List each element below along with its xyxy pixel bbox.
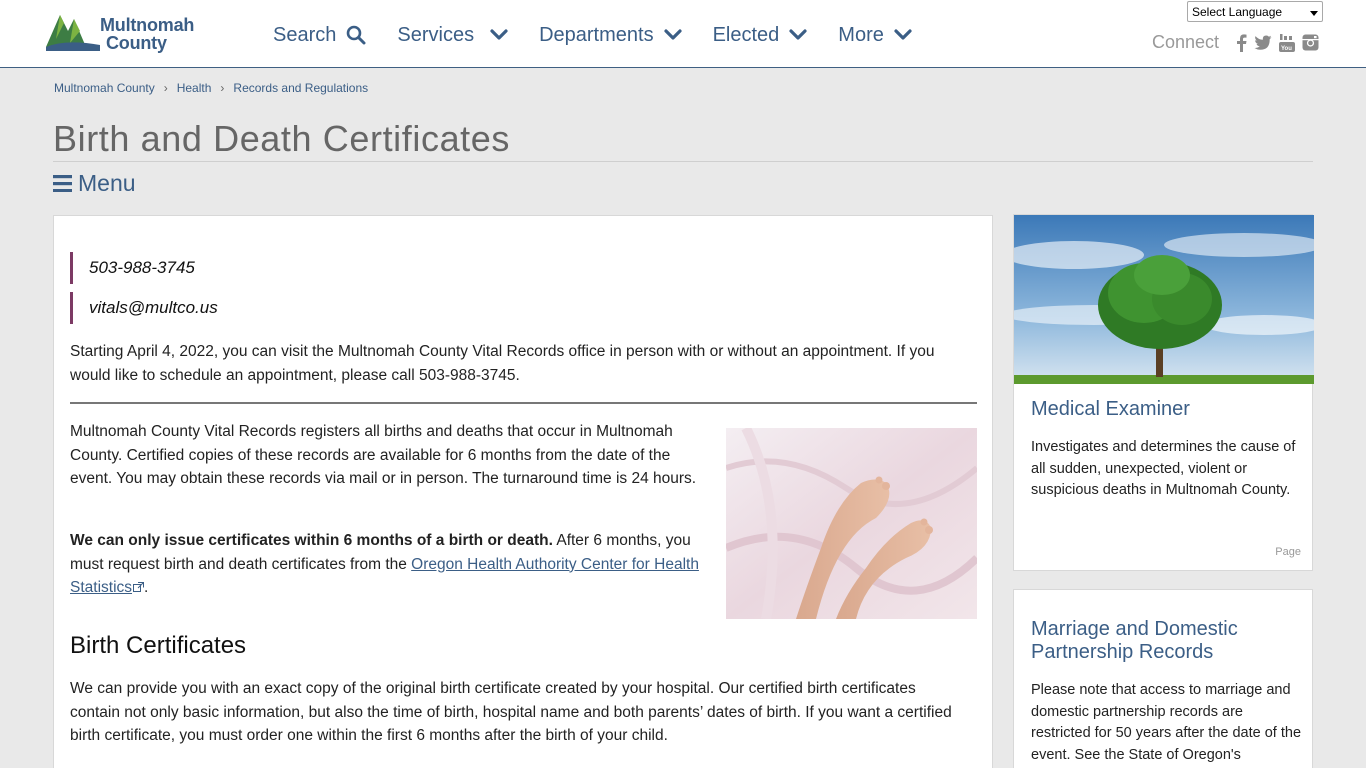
limit-end: . <box>144 579 149 596</box>
svg-text:You: You <box>1281 46 1292 52</box>
birth-certificates-heading: Birth Certificates <box>70 632 247 659</box>
marriage-records-title[interactable]: Marriage and Domestic Partnership Record… <box>1031 618 1291 664</box>
nav-services[interactable]: Services <box>397 24 508 47</box>
marriage-records-description: Please note that access to marriage and … <box>1031 682 1302 763</box>
tree-image <box>1014 215 1314 384</box>
hamburger-icon <box>53 175 72 192</box>
medical-examiner-title[interactable]: Medical Examiner <box>1031 398 1190 421</box>
nav-more[interactable]: More <box>838 24 912 47</box>
facebook-icon[interactable] <box>1236 33 1247 52</box>
language-select-label: Select Language <box>1192 4 1283 19</box>
phone-number[interactable]: 503-988-3745 <box>70 252 370 284</box>
language-select[interactable]: Select Language <box>1187 1 1323 22</box>
page-title: Birth and Death Certificates <box>53 118 511 159</box>
logo-wordmark: Multnomah County <box>100 16 194 52</box>
appointment-notice: Starting April 4, 2022, you can visit th… <box>70 343 935 384</box>
chevron-down-icon <box>663 29 682 41</box>
nav-elected[interactable]: Elected <box>713 24 808 47</box>
multnomah-county-logo[interactable]: Multnomah County <box>46 9 196 55</box>
nav-search[interactable]: Search <box>273 24 366 47</box>
chevron-down-icon <box>490 29 508 41</box>
menu-toggle-button[interactable]: Menu <box>53 170 136 197</box>
main-nav: Search Services Departments Elected More <box>273 22 943 48</box>
logo-line1: Multnomah <box>100 15 195 35</box>
menu-label: Menu <box>78 170 136 196</box>
birth-certificates-paragraph: We can provide you with an exact copy of… <box>70 680 952 744</box>
external-link-icon <box>132 579 145 596</box>
mountain-logo-icon <box>46 15 100 51</box>
instagram-icon[interactable] <box>1302 34 1319 51</box>
breadcrumb-link-county[interactable]: Multnomah County <box>54 81 155 95</box>
main-content: 503-988-3745 vitals@multco.us Starting A… <box>53 215 993 768</box>
dropdown-arrow-icon <box>1310 5 1318 19</box>
nav-services-label: Services <box>397 23 475 46</box>
nav-departments-label: Departments <box>539 23 654 46</box>
content-type-label: Page <box>1275 546 1301 558</box>
title-divider <box>53 161 1313 162</box>
limit-bold-text: We can only issue certificates within 6 … <box>70 532 553 549</box>
medical-examiner-card[interactable]: Medical Examiner Investigates and determ… <box>1013 214 1314 571</box>
breadcrumb: Multnomah County › Health › Records and … <box>54 81 368 95</box>
breadcrumb-link-health[interactable]: Health <box>177 81 212 95</box>
site-header: Multnomah County Search Services Departm… <box>0 0 1366 68</box>
medical-examiner-description: Investigates and determines the cause of… <box>1031 439 1296 498</box>
nav-search-label: Search <box>273 23 337 46</box>
connect-bar: Connect You <box>1152 32 1319 53</box>
nav-more-label: More <box>838 23 884 46</box>
search-icon <box>346 25 366 45</box>
nav-departments[interactable]: Departments <box>539 24 682 47</box>
marriage-records-card[interactable]: Marriage and Domestic Partnership Record… <box>1013 589 1313 768</box>
content-divider <box>70 402 977 404</box>
intro-paragraph: Multnomah County Vital Records registers… <box>70 423 697 487</box>
breadcrumb-separator-icon: › <box>163 81 168 95</box>
twitter-icon[interactable] <box>1254 35 1272 51</box>
connect-label: Connect <box>1152 32 1220 52</box>
youtube-icon[interactable]: You <box>1279 33 1296 52</box>
chevron-down-icon <box>789 29 807 41</box>
baby-feet-image <box>726 428 977 619</box>
email-address[interactable]: vitals@multco.us <box>70 292 370 324</box>
nav-elected-label: Elected <box>712 23 780 46</box>
limit-paragraph: We can only issue certificates within 6 … <box>70 529 710 600</box>
logo-line2: County <box>106 33 167 53</box>
chevron-down-icon <box>894 29 912 41</box>
breadcrumb-link-records[interactable]: Records and Regulations <box>233 81 368 95</box>
breadcrumb-separator-icon: › <box>220 81 225 95</box>
